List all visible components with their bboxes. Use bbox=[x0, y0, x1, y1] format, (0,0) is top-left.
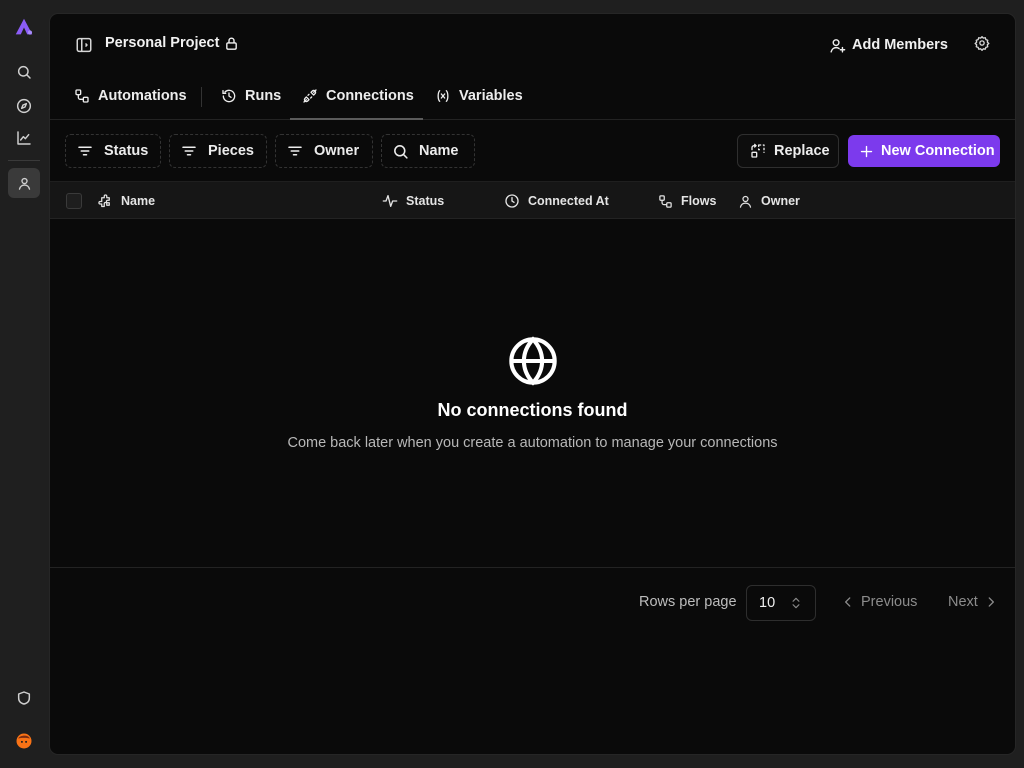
filter-icon bbox=[180, 142, 198, 160]
filter-label: Owner bbox=[314, 143, 360, 159]
column-flows[interactable]: Flows bbox=[658, 192, 716, 210]
chart-icon[interactable] bbox=[8, 123, 40, 153]
add-members-label: Add Members bbox=[852, 37, 948, 53]
table-header: Name Status Connected At Flows Owner bbox=[50, 181, 1015, 219]
active-tab-indicator bbox=[290, 118, 423, 120]
column-owner[interactable]: Owner bbox=[738, 192, 800, 210]
rows-per-page-select[interactable]: 10 bbox=[746, 585, 816, 621]
top-bar: Personal Project Add Members bbox=[50, 14, 1015, 72]
column-label: Connected At bbox=[528, 194, 609, 208]
empty-state-subtitle: Come back later when you create a automa… bbox=[287, 435, 778, 451]
clock-icon bbox=[504, 193, 520, 209]
filter-pieces[interactable]: Pieces bbox=[169, 134, 267, 168]
filter-icon bbox=[76, 142, 94, 160]
tab-divider bbox=[201, 87, 202, 107]
rows-per-page-value: 10 bbox=[759, 595, 776, 611]
variable-icon bbox=[435, 88, 451, 104]
chevron-left-icon bbox=[841, 595, 855, 609]
tab-runs[interactable]: Runs bbox=[221, 84, 281, 108]
filter-toolbar: Status Pieces Owner Name Replace New Con… bbox=[50, 121, 1015, 181]
column-connected-at[interactable]: Connected At bbox=[504, 192, 609, 210]
main-panel: Personal Project Add Members Automations bbox=[49, 13, 1016, 755]
filter-name[interactable]: Name bbox=[381, 134, 475, 168]
replace-label: Replace bbox=[774, 143, 830, 159]
filter-owner[interactable]: Owner bbox=[275, 134, 373, 168]
column-status[interactable]: Status bbox=[382, 192, 444, 210]
left-rail bbox=[0, 0, 48, 768]
previous-page-button[interactable]: Previous bbox=[841, 594, 917, 610]
filter-status[interactable]: Status bbox=[65, 134, 161, 168]
tab-label: Runs bbox=[245, 88, 282, 104]
tab-connections[interactable]: Connections bbox=[302, 84, 414, 108]
filter-label: Name bbox=[419, 143, 459, 159]
filter-label: Status bbox=[104, 143, 149, 159]
puzzle-icon bbox=[98, 193, 113, 209]
user-icon[interactable] bbox=[8, 168, 40, 198]
column-label: Flows bbox=[681, 194, 717, 208]
column-label: Name bbox=[121, 194, 156, 208]
gear-icon[interactable] bbox=[974, 35, 992, 53]
shield-icon[interactable] bbox=[8, 683, 40, 713]
new-connection-button[interactable]: New Connection bbox=[848, 135, 1000, 167]
project-title[interactable]: Personal Project bbox=[105, 35, 239, 51]
tab-label: Automations bbox=[98, 88, 187, 104]
empty-state-title: No connections found bbox=[437, 400, 628, 420]
rail-divider bbox=[8, 160, 40, 161]
search-icon[interactable] bbox=[8, 57, 40, 87]
replace-button[interactable]: Replace bbox=[737, 134, 839, 168]
user-icon bbox=[738, 194, 753, 209]
project-title-text: Personal Project bbox=[105, 35, 220, 51]
tab-variables[interactable]: Variables bbox=[435, 84, 523, 108]
sidebar-toggle-icon[interactable] bbox=[75, 36, 93, 54]
lock-icon bbox=[224, 36, 239, 51]
new-connection-label: New Connection bbox=[881, 143, 995, 159]
column-label: Owner bbox=[761, 194, 800, 208]
tab-label: Variables bbox=[459, 88, 523, 104]
user-plus-icon bbox=[829, 37, 846, 54]
history-icon bbox=[221, 88, 237, 104]
chevron-up-down-icon bbox=[789, 595, 803, 611]
compass-icon[interactable] bbox=[8, 91, 40, 121]
filter-label: Pieces bbox=[208, 143, 254, 159]
workflow-icon bbox=[658, 194, 673, 209]
replace-icon bbox=[750, 143, 766, 159]
add-members-button[interactable]: Add Members bbox=[829, 33, 948, 57]
plus-icon bbox=[859, 144, 874, 159]
logo-icon[interactable] bbox=[8, 12, 40, 42]
tab-automations[interactable]: Automations bbox=[74, 84, 187, 108]
column-label: Status bbox=[406, 194, 445, 208]
next-page-button[interactable]: Next bbox=[948, 594, 998, 610]
globe-icon bbox=[507, 335, 559, 387]
tab-label: Connections bbox=[326, 88, 414, 104]
activity-icon bbox=[382, 193, 398, 209]
tab-bar: Automations Runs Connections Variables bbox=[50, 72, 1015, 120]
plug-icon bbox=[302, 88, 318, 104]
filter-icon bbox=[286, 142, 304, 160]
next-label: Next bbox=[948, 594, 978, 610]
chevron-right-icon bbox=[984, 595, 998, 609]
footer-divider bbox=[50, 567, 1015, 568]
column-name[interactable]: Name bbox=[98, 192, 155, 210]
search-icon bbox=[392, 143, 409, 160]
rows-per-page-label: Rows per page bbox=[639, 594, 737, 610]
previous-label: Previous bbox=[861, 594, 918, 610]
avatar[interactable] bbox=[8, 726, 40, 756]
workflow-icon bbox=[74, 88, 90, 104]
select-all-checkbox[interactable] bbox=[66, 193, 82, 209]
